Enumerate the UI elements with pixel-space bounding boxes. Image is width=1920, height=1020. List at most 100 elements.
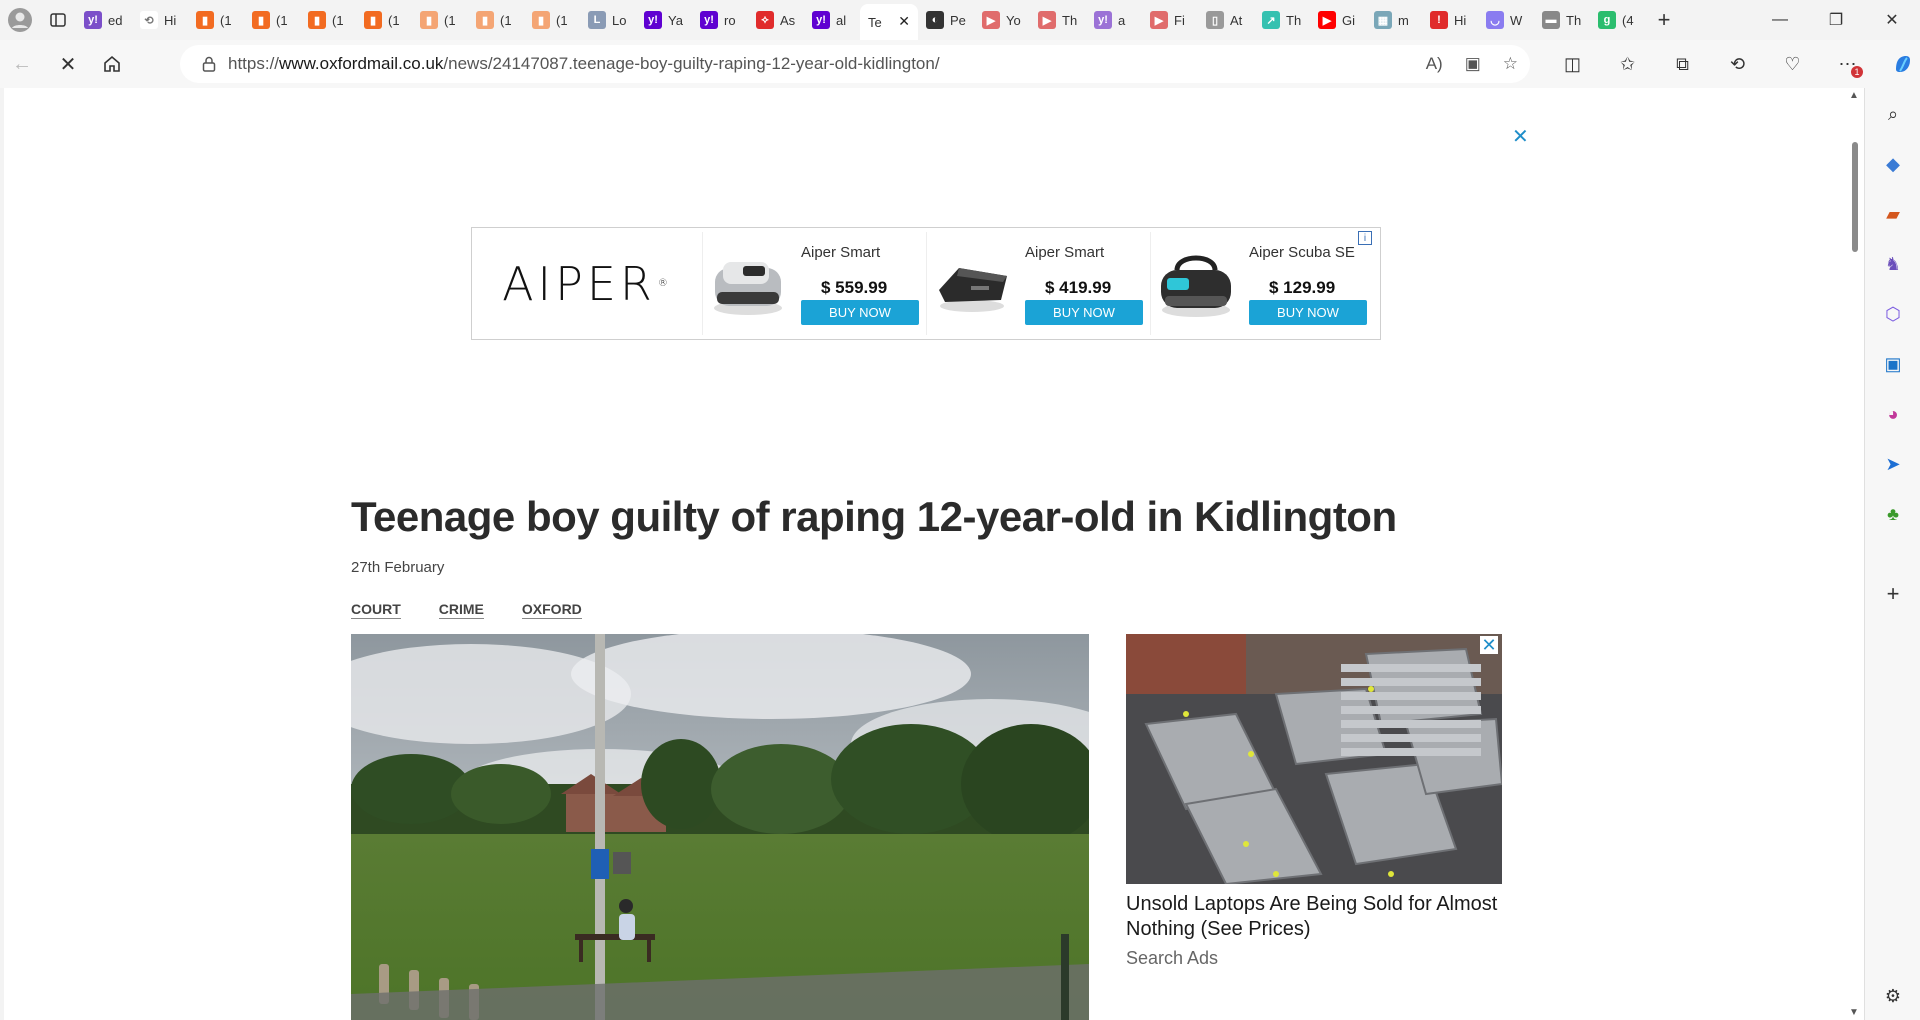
profile-button[interactable] (0, 0, 40, 40)
tree-icon[interactable]: ♣ (1875, 496, 1911, 532)
shopping-icon[interactable]: ◆ (1875, 146, 1911, 182)
tab[interactable]: ! Hi (1422, 4, 1478, 36)
page-scrollbar[interactable]: ▲ ▼ (1846, 88, 1864, 1020)
add-sidebar-app-icon[interactable]: + (1875, 576, 1911, 612)
window-controls: — ❐ ✕ (1752, 0, 1920, 40)
tab[interactable]: ▦ m (1366, 4, 1422, 36)
tab-active[interactable]: Te ✕ (860, 4, 918, 40)
tab[interactable]: ▶ Yo (974, 4, 1030, 36)
ad-product-name: Aiper Smart (801, 244, 881, 261)
tab[interactable]: ▮ (1 (356, 4, 412, 36)
designer-icon[interactable]: ◕ (1875, 396, 1911, 432)
collections-icon[interactable]: ⧉ (1655, 44, 1710, 84)
lock-icon (202, 56, 216, 72)
tab[interactable]: g (4 (1590, 4, 1646, 36)
tab[interactable]: ▬ Th (1534, 4, 1590, 36)
tab-label: Fi (1174, 12, 1185, 28)
games-icon[interactable]: ♞ (1875, 246, 1911, 282)
read-aloud-icon[interactable]: A) (1426, 54, 1443, 74)
tab[interactable]: ⟲ Hi (132, 4, 188, 36)
search-icon[interactable]: ⌕ (1875, 96, 1911, 132)
tab[interactable]: ↗ Th (1254, 4, 1310, 36)
tab-favicon-icon: ! (1430, 11, 1448, 29)
tab-favicon-icon: ▮ (420, 11, 438, 29)
favorite-star-icon[interactable]: ☆ (1503, 54, 1518, 74)
home-button[interactable] (90, 44, 134, 84)
tab[interactable]: y! a (1086, 4, 1142, 36)
aiper-ad-banner[interactable]: AIPER ® Aiper Smart $ 559.99 BUY NOW Aipe… (471, 227, 1381, 340)
tag-crime[interactable]: CRIME (438, 601, 484, 619)
sponsored-ad-title[interactable]: Unsold Laptops Are Being Sold for Almost… (1126, 892, 1502, 942)
tab[interactable]: y! ro (692, 4, 748, 36)
close-tab-icon[interactable]: ✕ (898, 13, 910, 30)
tab[interactable]: ▶ Fi (1142, 4, 1198, 36)
tab[interactable]: L Lo (580, 4, 636, 36)
send-icon[interactable]: ➤ (1875, 446, 1911, 482)
tab[interactable]: ◐ Pe (918, 4, 974, 36)
copilot-icon[interactable] (1875, 44, 1920, 84)
close-window-icon[interactable]: ✕ (1864, 0, 1920, 40)
ad-close-icon[interactable]: ✕ (1480, 635, 1498, 655)
history-icon[interactable]: ⟲ (1710, 44, 1765, 84)
article-headline: Teenage boy guilty of raping 12-year-old… (351, 493, 1397, 540)
restore-icon[interactable]: ❐ (1808, 0, 1864, 40)
park-photo (351, 634, 1089, 1020)
favorites-icon[interactable]: ✩ (1600, 44, 1655, 84)
tab-favicon-icon: ⟡ (756, 11, 774, 29)
tab[interactable]: ▮ (1 (244, 4, 300, 36)
ad-product-name: Aiper Scuba SE (1249, 244, 1355, 261)
tab[interactable]: ▮ (1 (188, 4, 244, 36)
stop-loading-button[interactable]: ✕ (46, 44, 90, 84)
tab-favicon-icon: ↗ (1262, 11, 1280, 29)
article-date: 27th February (351, 559, 445, 576)
laptops-photo (1126, 634, 1502, 884)
sponsored-ad-source[interactable]: Search Ads (1126, 948, 1502, 969)
tag-oxford[interactable]: OXFORD (521, 601, 582, 619)
tab[interactable]: y! al (804, 4, 860, 36)
settings-gear-icon[interactable]: ⚙ (1875, 978, 1911, 1014)
tab[interactable]: ▮ (1 (300, 4, 356, 36)
split-screen-icon[interactable]: ◫ (1545, 44, 1600, 84)
tab-favicon-icon: y! (644, 11, 662, 29)
browser-essentials-icon[interactable]: ♡ (1765, 44, 1820, 84)
app-available-icon[interactable]: ▣ (1465, 54, 1481, 74)
ad-product-price: $ 419.99 (1045, 278, 1112, 297)
minimize-icon[interactable]: — (1752, 0, 1808, 40)
scroll-thumb[interactable] (1852, 142, 1858, 252)
back-button[interactable]: ← (0, 44, 44, 84)
ad-info-icon[interactable]: i (1358, 231, 1372, 245)
more-menu-icon[interactable]: ⋯ 1 (1820, 44, 1875, 84)
tab[interactable]: ▮ (1 (524, 4, 580, 36)
pool-robot-image (714, 262, 782, 315)
ad-product-2[interactable]: Aiper Smart $ 419.99 BUY NOW (926, 232, 1150, 335)
tab[interactable]: ▶ Gi (1310, 4, 1366, 36)
outlook-icon[interactable]: ▣ (1875, 346, 1911, 382)
home-icon (104, 55, 120, 72)
scroll-up-icon[interactable]: ▲ (1849, 90, 1859, 101)
address-bar[interactable]: https://www.oxfordmail.co.uk/news/241470… (180, 45, 1530, 83)
tab[interactable]: y! ed (76, 4, 132, 36)
tab[interactable]: ▯ At (1198, 4, 1254, 36)
tab[interactable]: ▮ (1 (468, 4, 524, 36)
tag-court[interactable]: COURT (351, 601, 401, 619)
tab[interactable]: ◡ W (1478, 4, 1534, 36)
scroll-down-icon[interactable]: ▼ (1849, 1007, 1859, 1018)
sponsored-ad[interactable]: ✕ Unsold Laptops Are Being Sold for Almo… (1126, 634, 1502, 969)
ad-product-1[interactable]: Aiper Smart $ 559.99 BUY NOW (702, 232, 926, 335)
microsoft-365-icon[interactable]: ⬡ (1875, 296, 1911, 332)
ad-product-name: Aiper Smart (1025, 244, 1105, 261)
tab[interactable]: y! Ya (636, 4, 692, 36)
buy-now-button[interactable]: BUY NOW (1025, 300, 1143, 325)
buy-now-button[interactable]: BUY NOW (1249, 300, 1367, 325)
tab-actions-button[interactable] (40, 0, 76, 40)
tab[interactable]: ⟡ As (748, 4, 804, 36)
tab-label: Ya (668, 12, 683, 28)
buy-now-button[interactable]: BUY NOW (801, 300, 919, 325)
tab-favicon-icon: ▯ (1206, 11, 1224, 29)
tools-icon[interactable]: ▰ (1875, 196, 1911, 232)
new-tab-button[interactable]: + (1646, 2, 1682, 38)
ad-product-3[interactable]: Aiper Scuba SE $ 129.99 BUY NOW (1150, 232, 1374, 335)
ad-close-icon[interactable]: ✕ (1512, 124, 1529, 149)
tab[interactable]: ▶ Th (1030, 4, 1086, 36)
tab[interactable]: ▮ (1 (412, 4, 468, 36)
